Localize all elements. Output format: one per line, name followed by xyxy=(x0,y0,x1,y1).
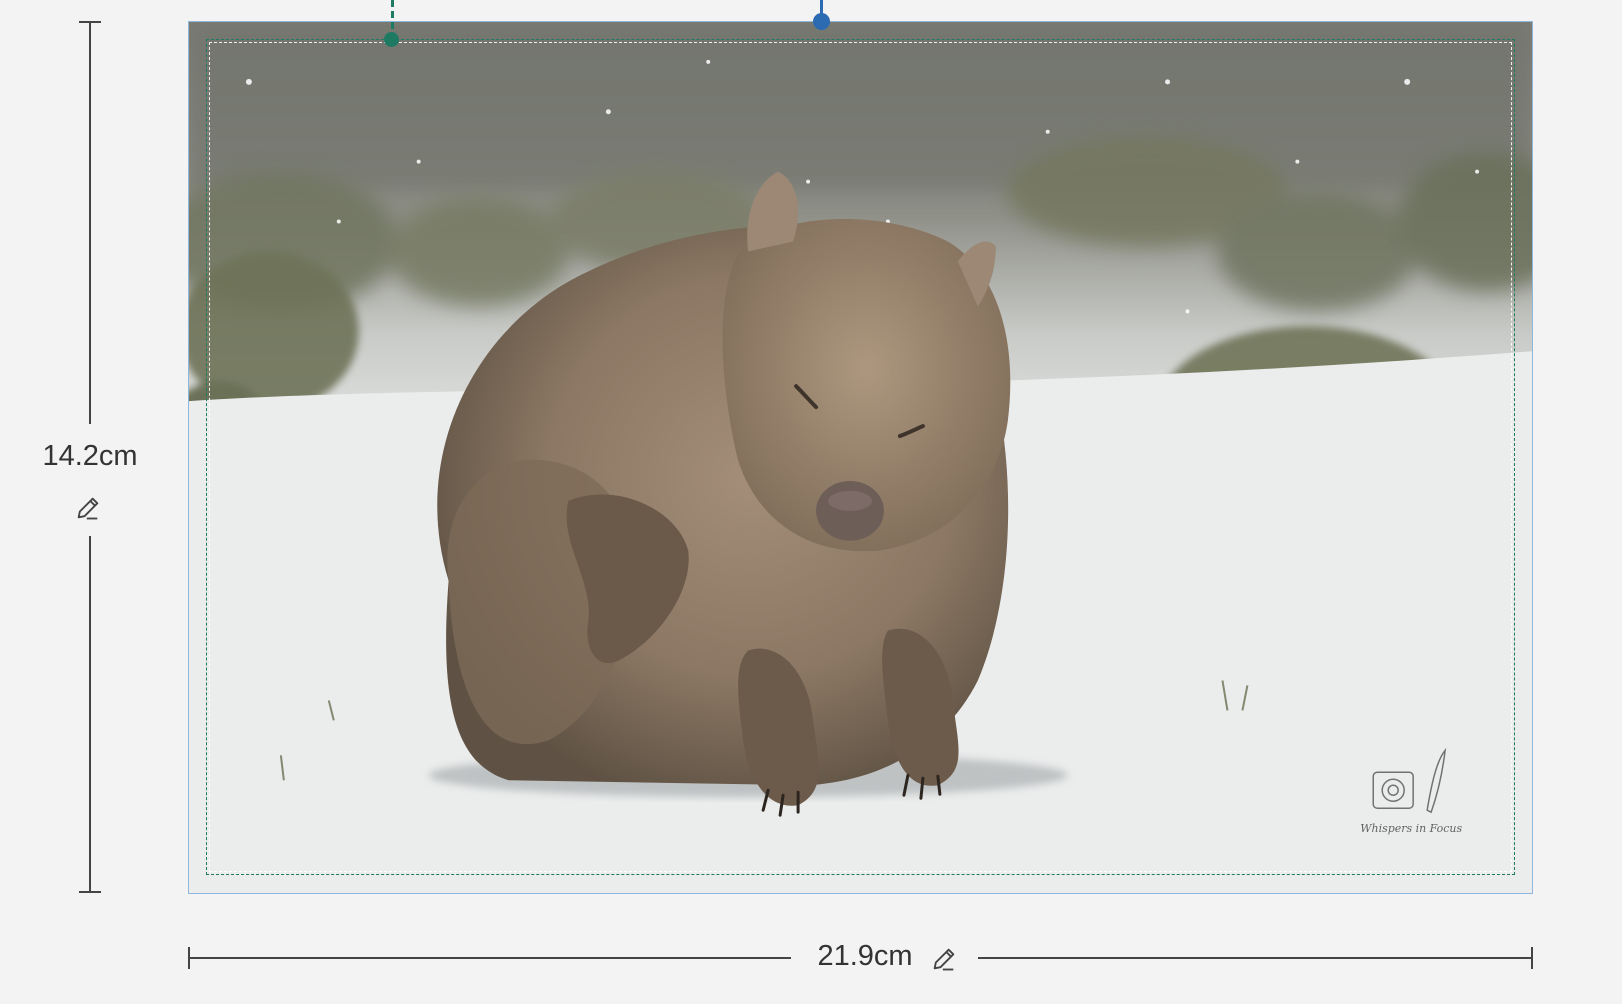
wombat-photo[interactable]: Whispers in Focus xyxy=(189,22,1532,893)
watermark-text: Whispers in Focus xyxy=(1360,822,1462,835)
width-dimension-line-left xyxy=(189,957,791,959)
width-dimension-line-right xyxy=(978,957,1531,959)
height-dimension-line-lower xyxy=(89,536,91,892)
width-dimension-label: 21.9cm xyxy=(817,940,913,972)
rotate-handle[interactable] xyxy=(813,13,830,30)
guide-handle[interactable] xyxy=(384,32,399,47)
guide-handle-line[interactable] xyxy=(391,0,394,32)
editor-canvas: Whispers in Focus 14.2cm 21.9cm xyxy=(0,0,1622,1004)
pencil-icon[interactable] xyxy=(930,945,958,973)
height-dimension-label: 14.2cm xyxy=(42,440,138,472)
rotate-handle-line[interactable] xyxy=(820,0,823,14)
pencil-icon[interactable] xyxy=(74,494,102,522)
width-dimension-right-tick xyxy=(1531,947,1533,969)
height-dimension-bottom-tick xyxy=(79,891,101,893)
height-dimension-line-upper xyxy=(89,22,91,424)
photo-frame[interactable]: Whispers in Focus xyxy=(188,21,1533,894)
